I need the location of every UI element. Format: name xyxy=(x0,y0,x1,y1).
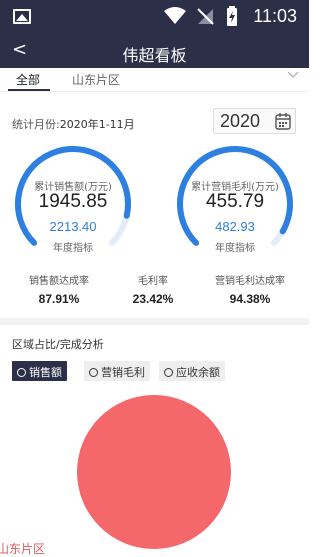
status-bar: 11:03 xyxy=(0,0,309,34)
chevron-down-icon[interactable] xyxy=(287,70,299,80)
sales-achievement-value: 87.91% xyxy=(38,292,80,306)
calendar-icon[interactable] xyxy=(275,112,291,130)
region-pie-chart xyxy=(77,395,231,549)
margin-gauge-target: 482.93 xyxy=(215,219,255,234)
region-tabs: 全部 山东片区 xyxy=(0,68,309,92)
sales-gauge-value: 1945.85 xyxy=(38,191,108,212)
stat-month-caption: 统计月份: xyxy=(12,118,60,131)
receivables-toggle-icon xyxy=(164,368,173,377)
year-value: 2020 xyxy=(220,111,261,131)
status-time: 11:03 xyxy=(253,6,297,26)
sales-gauge-target-label: 年度指标 xyxy=(53,243,93,254)
pie-label-shandong: 山东片区 xyxy=(0,542,46,556)
stat-month-label: 统计月份:2020年1-11月 xyxy=(12,116,135,132)
sales-gauge: 累计销售额(万元) 1945.85 2213.40 年度指标 xyxy=(12,146,134,256)
sales-gauge-target: 2213.40 xyxy=(49,219,97,234)
image-notification-icon xyxy=(13,9,31,24)
active-tab-indicator xyxy=(8,89,50,91)
no-signal-icon xyxy=(197,8,214,25)
receivables-toggle-button[interactable]: 应收余额 xyxy=(159,361,225,381)
margin-achievement-value: 94.38% xyxy=(229,292,271,306)
page-title: 伟超看板 xyxy=(122,46,187,65)
gross-margin-value: 23.42% xyxy=(132,292,174,306)
margin-toggle-icon xyxy=(89,368,98,377)
analysis-section-title: 区域占比/完成分析 xyxy=(12,338,104,351)
receivables-toggle-label: 应收余额 xyxy=(176,366,220,379)
stat-month-value: 2020年1-11月 xyxy=(59,118,135,131)
gross-margin-rate: 毛利率 23.42% xyxy=(118,272,188,306)
battery-charging-icon xyxy=(227,6,237,26)
sales-toggle-label: 销售额 xyxy=(29,366,62,379)
margin-achievement-label: 营销毛利达成率 xyxy=(215,276,285,287)
app-header: < 伟超看板 xyxy=(0,34,309,68)
sales-toggle-icon xyxy=(17,368,26,377)
sales-achievement-rate: 销售额达成率 87.91% xyxy=(20,272,98,306)
gross-margin-label: 毛利率 xyxy=(138,276,168,287)
margin-toggle-button[interactable]: 营销毛利 xyxy=(84,361,150,381)
sales-toggle-button[interactable]: 销售额 xyxy=(12,361,67,381)
year-picker[interactable]: 2020 xyxy=(213,108,296,134)
pie-slice-0[interactable] xyxy=(77,395,231,549)
margin-gauge: 累计营销毛利(万元) 455.79 482.93 年度指标 xyxy=(174,146,296,256)
sales-achievement-label: 销售额达成率 xyxy=(29,276,89,287)
tab-shandong[interactable]: 山东片区 xyxy=(72,71,120,88)
tab-all[interactable]: 全部 xyxy=(16,71,40,88)
margin-achievement-rate: 营销毛利达成率 94.38% xyxy=(205,272,295,306)
margin-gauge-target-label: 年度指标 xyxy=(215,243,255,254)
section-divider xyxy=(0,318,309,325)
wifi-icon xyxy=(164,7,186,24)
margin-toggle-label: 营销毛利 xyxy=(101,366,145,379)
margin-gauge-value: 455.79 xyxy=(205,191,265,212)
